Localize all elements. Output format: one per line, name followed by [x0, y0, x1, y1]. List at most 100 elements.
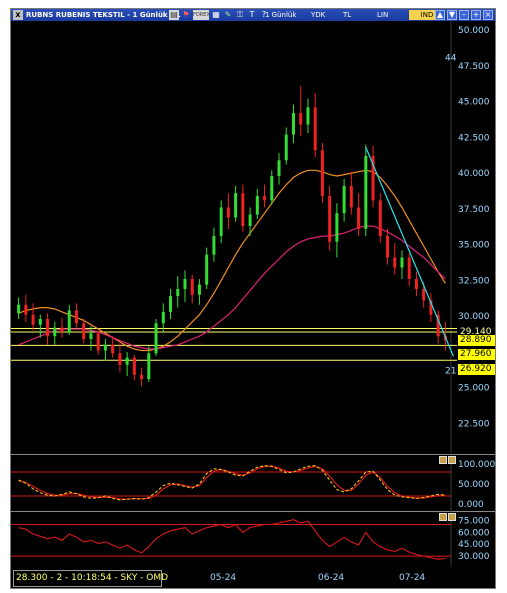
rsi-settings-icon[interactable] — [439, 513, 447, 521]
rsi-panel[interactable]: 75.000 60.000 45.000 30.000 — [11, 511, 495, 567]
candle-body — [342, 186, 346, 214]
candle-body — [400, 257, 404, 268]
candle-body — [197, 284, 201, 295]
candle-body — [74, 310, 78, 324]
indicator-tick-label: 100.000 — [458, 460, 495, 470]
price-tick-label: 35.000 — [458, 241, 490, 251]
pencil-icon[interactable]: ✎ — [223, 10, 233, 20]
candle-body — [82, 323, 86, 340]
stochastic-close-icon[interactable] — [448, 456, 456, 464]
candle-body — [320, 150, 324, 197]
candle-body — [118, 353, 122, 365]
candle-body — [96, 333, 100, 351]
scroll-down-button[interactable]: ▼ — [447, 10, 457, 20]
scale-menu[interactable]: LIN — [377, 9, 388, 21]
indicator-tick-label: 30.000 — [458, 552, 490, 562]
price-tick-label: 50.000 — [458, 26, 490, 36]
candle-body — [190, 278, 194, 295]
price-tick-label: 30.000 — [458, 312, 490, 322]
candle-body — [67, 310, 71, 332]
status-bar: 28.300 - 2 - 10:18:54 - SKY - OMD 05-24 … — [11, 567, 495, 588]
candle-body — [31, 314, 35, 325]
ydk-menu[interactable]: YDK — [311, 9, 325, 21]
price-background — [11, 21, 495, 454]
candle-body — [364, 155, 368, 229]
date-label-june: 06-24 — [318, 573, 345, 583]
candle-body — [407, 257, 411, 279]
currency-menu[interactable]: TL — [343, 9, 351, 21]
candle-body — [414, 278, 418, 289]
text-icon[interactable]: T — [247, 10, 257, 20]
window-buttons: ▲ ▼ – + × — [435, 10, 493, 20]
price-panel[interactable]: 50.000 47.500 45.000 42.500 40.000 37.500 35.0… — [11, 21, 495, 454]
candle-body — [234, 193, 238, 218]
price-tag-level-3: 27.960 — [458, 349, 495, 360]
price-tick-label: 45.000 — [458, 98, 490, 108]
lock-icon[interactable]: ⚿ — [235, 10, 245, 20]
candle-body — [161, 311, 165, 324]
scroll-up-button[interactable]: ▲ — [435, 10, 445, 20]
rsi-close-icon[interactable] — [448, 513, 456, 521]
price-tick-label: 40.000 — [458, 169, 490, 179]
indicator-icon[interactable]: ⚑ — [181, 10, 191, 20]
candle-body — [313, 107, 317, 151]
chart-icon[interactable]: ▤ — [169, 10, 179, 20]
candle-body — [270, 176, 274, 201]
candle-body — [17, 304, 21, 314]
candle-body — [140, 374, 144, 380]
indicator-tick-label: 60.000 — [458, 528, 490, 538]
stochastic-panel[interactable]: 100.000 50.000 0.000 — [11, 454, 495, 511]
period-menu[interactable]: 1 Günlük — [265, 9, 296, 21]
price-tick-label: 25.000 — [458, 384, 490, 394]
candle-body — [248, 214, 252, 227]
candle-body — [125, 357, 129, 365]
candle-body — [111, 344, 115, 354]
date-label-may: 05-24 — [210, 573, 237, 583]
candle-body — [147, 353, 151, 380]
maximize-button[interactable]: + — [471, 10, 481, 20]
candle-body — [38, 319, 42, 325]
candle-body — [393, 257, 397, 268]
indicator-tick-label: 50.000 — [458, 480, 490, 490]
toolbar-icons: ▤ ⚑ FOREX ▦ ✎ ⚿ T ? — [169, 10, 269, 20]
candle-body — [154, 323, 158, 354]
candle-body — [299, 113, 303, 125]
minimize-button[interactable]: – — [459, 10, 469, 20]
candle-body — [226, 207, 230, 218]
candle-body — [284, 134, 288, 161]
price-tick-label: 42.500 — [458, 133, 490, 143]
indicator-tick-label: 0.000 — [458, 500, 484, 510]
candle-body — [219, 207, 223, 237]
candle-body — [349, 186, 353, 208]
candle-body — [328, 196, 332, 242]
candle-body — [89, 333, 93, 340]
candle-body — [335, 213, 339, 242]
close-button[interactable]: × — [483, 10, 493, 20]
candle-body — [357, 207, 361, 229]
title-bar[interactable]: x RUBNS RUBENIS TEKSTIL - 1 Günlük (.1 ▤… — [11, 9, 495, 21]
candle-body — [24, 304, 28, 315]
candle-body — [263, 196, 267, 201]
indicator-background — [11, 454, 495, 511]
forex-icon[interactable]: FOREX — [193, 10, 210, 20]
close-small-icon[interactable]: x — [13, 10, 23, 20]
price-chart[interactable]: 50.000 47.500 45.000 42.500 40.000 37.500 35.0… — [11, 21, 495, 454]
candle-body — [60, 327, 64, 332]
candle-body — [212, 236, 216, 255]
rsi-chart[interactable]: 75.00060.000 45.000 30.000 — [11, 511, 495, 567]
chart-window: x RUBNS RUBENIS TEKSTIL - 1 Günlük (.1 ▤… — [10, 8, 496, 589]
window-title: RUBNS RUBENIS TEKSTIL - 1 Günlük (.1 — [26, 11, 181, 19]
candle-body — [422, 288, 426, 301]
grid-icon[interactable]: ▦ — [211, 10, 221, 20]
candle-body — [205, 254, 209, 285]
price-tick-label: 37.500 — [458, 205, 490, 215]
candle-body — [291, 113, 295, 135]
price-extra-label-bottom: 21 — [445, 366, 456, 376]
date-label-july: 07-24 — [399, 573, 426, 583]
candle-body — [176, 288, 180, 297]
price-tag-level-4: 26.920 — [458, 364, 495, 375]
price-tick-label: 32.500 — [458, 276, 490, 286]
stochastic-chart[interactable]: 100.000 50.000 0.000 — [11, 454, 495, 511]
candle-body — [255, 196, 259, 215]
stochastic-settings-icon[interactable] — [439, 456, 447, 464]
